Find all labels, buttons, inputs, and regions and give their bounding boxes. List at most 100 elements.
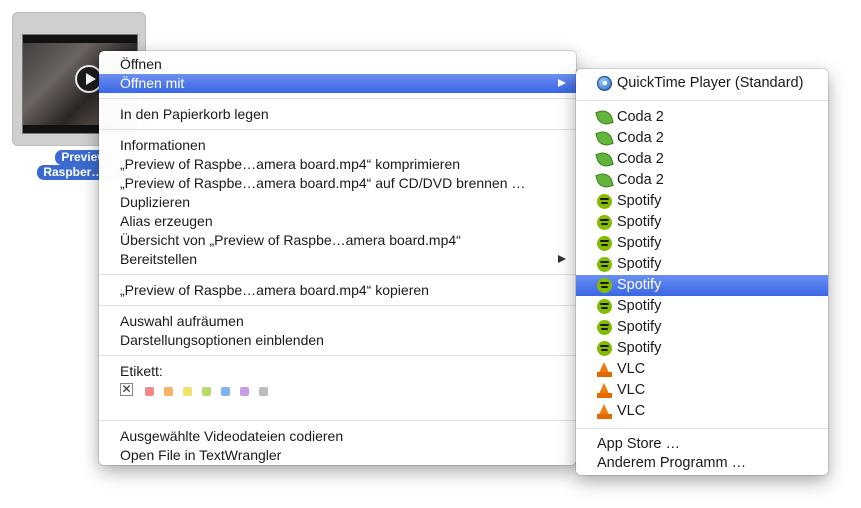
open-with-coda-2[interactable]: Coda 2 [576, 128, 828, 149]
menu-item-label: Übersicht von „Preview of Raspbe…amera b… [120, 232, 461, 248]
menu-separator [99, 98, 576, 99]
vlc-icon [596, 362, 612, 377]
spotify-icon [597, 320, 612, 335]
menu-item-ausgewahlte-videodateien-codieren[interactable]: Ausgewählte Videodateien codieren [99, 427, 576, 446]
label-color-chip[interactable] [183, 387, 192, 396]
menu-separator [99, 129, 576, 130]
menu-separator [99, 274, 576, 275]
menu-item-label: Bereitstellen [120, 251, 198, 267]
open-with-spotify[interactable]: Spotify [576, 296, 828, 317]
menu-item-label: „Preview of Raspbe…amera board.mp4“ auf … [120, 175, 526, 191]
spotify-icon [597, 299, 612, 314]
spotify-icon [597, 194, 612, 209]
coda-icon [595, 108, 614, 127]
label-color-row: ✕ [99, 381, 576, 403]
menu-item-label: Alias erzeugen [120, 213, 213, 229]
open-with-quicktime-player-standard[interactable]: QuickTime Player (Standard) [576, 73, 828, 94]
app-name-label: Spotify [617, 193, 662, 209]
menu-item-in-den-papierkorb-legen[interactable]: In den Papierkorb legen [99, 105, 576, 124]
menu-item-label: Auswahl aufräumen [120, 313, 244, 329]
menu-item-label: Öffnen mit [120, 75, 185, 91]
menu-item-auswahl-aufraumen[interactable]: Auswahl aufräumen [99, 312, 576, 331]
app-name-label: Coda 2 [617, 109, 664, 125]
open-with-spotify[interactable]: Spotify [576, 254, 828, 275]
menu-item-informationen[interactable]: Informationen [99, 136, 576, 155]
quicktime-icon [597, 76, 612, 91]
menu-item-darstellungsoptionen-einblenden[interactable]: Darstellungsoptionen einblenden [99, 331, 576, 350]
menu-item-label: „Preview of Raspbe…amera board.mp4“ kopi… [120, 282, 429, 298]
app-name-label: Spotify [617, 235, 662, 251]
menu-item-ubersicht-von-preview-of-raspbe-amera-bo[interactable]: Übersicht von „Preview of Raspbe…amera b… [99, 231, 576, 250]
open-with-spotify[interactable]: Spotify [576, 338, 828, 359]
menu-item-label: In den Papierkorb legen [120, 106, 269, 122]
app-name-label: Spotify [617, 340, 662, 356]
open-with-submenu: QuickTime Player (Standard) Coda 2 Coda 2 C… [576, 69, 828, 475]
open-with-anderem-programm[interactable]: Anderem Programm … [576, 454, 828, 473]
menu-item-label: „Preview of Raspbe…amera board.mp4“ komp… [120, 156, 461, 172]
menu-item-bereitstellen[interactable]: Bereitstellen [99, 250, 576, 269]
open-with-spotify[interactable]: Spotify [576, 233, 828, 254]
spotify-icon [597, 236, 612, 251]
menu-item-open-file-in-textwrangler[interactable]: Open File in TextWrangler [99, 446, 576, 465]
context-menu: Öffnen Öffnen mit In den Papierkorb legen I… [99, 51, 576, 465]
vlc-icon [596, 404, 612, 419]
menu-separator [99, 305, 576, 306]
open-with-spotify[interactable]: Spotify [576, 191, 828, 212]
label-color-chip[interactable] [202, 387, 211, 396]
no-label-button[interactable]: ✕ [120, 383, 133, 396]
app-name-label: VLC [617, 361, 646, 377]
coda-icon [595, 129, 614, 148]
menu-item-alias-erzeugen[interactable]: Alias erzeugen [99, 212, 576, 231]
spotify-icon [597, 278, 612, 293]
open-with-app-store[interactable]: App Store … [576, 435, 828, 454]
open-with-vlc[interactable]: VLC [576, 359, 828, 380]
label-color-chip[interactable] [259, 387, 268, 396]
app-name-label: VLC [617, 403, 646, 419]
open-with-coda-2[interactable]: Coda 2 [576, 170, 828, 191]
coda-icon [595, 150, 614, 169]
spotify-icon [597, 341, 612, 356]
app-name-label: Coda 2 [617, 172, 664, 188]
open-with-coda-2[interactable]: Coda 2 [576, 149, 828, 170]
app-name-label: QuickTime Player (Standard) [617, 75, 804, 91]
open-with-spotify[interactable]: Spotify [576, 212, 828, 233]
menu-item-label: Öffnen [120, 56, 162, 72]
open-with-coda-2[interactable]: Coda 2 [576, 107, 828, 128]
open-with-vlc[interactable]: VLC [576, 401, 828, 422]
menu-item-preview-of-raspbe-amera-board-mp4-kompri[interactable]: „Preview of Raspbe…amera board.mp4“ komp… [99, 155, 576, 174]
app-name-label: Spotify [617, 214, 662, 230]
vlc-icon [596, 383, 612, 398]
open-with-spotify[interactable]: Spotify [576, 317, 828, 338]
menu-item-label: Darstellungsoptionen einblenden [120, 332, 324, 348]
menu-separator [99, 420, 576, 421]
label-color-chip[interactable] [164, 387, 173, 396]
spotify-icon [597, 257, 612, 272]
app-name-label: Spotify [617, 298, 662, 314]
menu-item-preview-of-raspbe-amera-board-mp4-kopier[interactable]: „Preview of Raspbe…amera board.mp4“ kopi… [99, 281, 576, 300]
menu-item-preview-of-raspbe-amera-board-mp4-auf-cd[interactable]: „Preview of Raspbe…amera board.mp4“ auf … [99, 174, 576, 193]
label-color-chip[interactable] [221, 387, 230, 396]
menu-item-duplizieren[interactable]: Duplizieren [99, 193, 576, 212]
app-name-label: Spotify [617, 277, 662, 293]
open-with-vlc[interactable]: VLC [576, 380, 828, 401]
spotify-icon [597, 215, 612, 230]
coda-icon [595, 171, 614, 190]
menu-item-label: Duplizieren [120, 194, 191, 210]
menu-item-label: Informationen [120, 137, 206, 153]
app-name-label: Spotify [617, 319, 662, 335]
label-color-chip[interactable] [240, 387, 249, 396]
app-name-label: VLC [617, 382, 646, 398]
app-name-label: Coda 2 [617, 151, 664, 167]
app-name-label: Spotify [617, 256, 662, 272]
label-section-title: Etikett: [120, 363, 163, 379]
menu-separator [99, 355, 576, 356]
menu-separator [576, 100, 828, 101]
label-color-chip[interactable] [145, 387, 154, 396]
menu-item-offnen-mit[interactable]: Öffnen mit [99, 74, 576, 93]
submenu-arrow-icon [558, 255, 566, 263]
app-name-label: Coda 2 [617, 130, 664, 146]
menu-separator [576, 428, 828, 429]
open-with-spotify[interactable]: Spotify [576, 275, 828, 296]
menu-item-offnen[interactable]: Öffnen [99, 55, 576, 74]
submenu-arrow-icon [558, 79, 566, 87]
